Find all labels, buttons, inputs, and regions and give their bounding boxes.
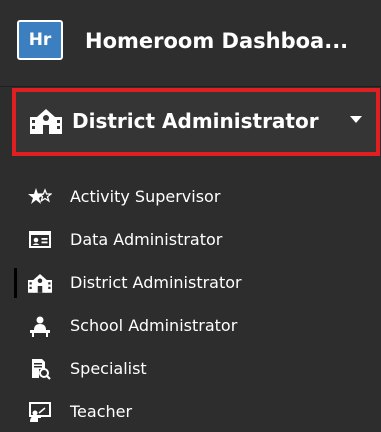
- school-building-icon: [30, 108, 62, 134]
- document-search-icon: [28, 358, 52, 380]
- role-item-label: District Administrator: [70, 273, 242, 292]
- app-logo[interactable]: Hr: [17, 20, 63, 60]
- selected-role-label: District Administrator: [72, 109, 319, 133]
- app-title[interactable]: Homeroom Dashboa...: [85, 24, 375, 58]
- role-item-label: School Administrator: [70, 316, 238, 335]
- role-item-label: Specialist: [70, 359, 147, 378]
- caret-down-icon: [350, 116, 362, 123]
- role-list: Activity Supervisor Data Administrator D…: [0, 176, 381, 432]
- header-divider: [0, 86, 381, 87]
- role-item-teacher[interactable]: Teacher: [0, 391, 381, 432]
- chalkboard-teacher-icon: [28, 401, 52, 423]
- school-building-icon: [28, 272, 52, 294]
- role-item-data-administrator[interactable]: Data Administrator: [0, 219, 381, 262]
- role-item-specialist[interactable]: Specialist: [0, 348, 381, 391]
- role-item-school-administrator[interactable]: School Administrator: [0, 305, 381, 348]
- role-item-label: Data Administrator: [70, 230, 223, 249]
- app-header: Hr Homeroom Dashboa...: [0, 0, 381, 86]
- role-item-activity-supervisor[interactable]: Activity Supervisor: [0, 176, 381, 219]
- id-card-icon: [28, 229, 52, 251]
- role-selector-dropdown[interactable]: District Administrator: [12, 88, 380, 156]
- app-frame: Hr Homeroom Dashboa... District Administ…: [0, 0, 381, 432]
- person-at-desk-icon: [28, 315, 52, 337]
- stars-icon: [28, 186, 52, 208]
- role-item-label: Activity Supervisor: [70, 187, 221, 206]
- role-item-district-administrator[interactable]: District Administrator: [0, 262, 381, 305]
- role-item-label: Teacher: [70, 402, 133, 421]
